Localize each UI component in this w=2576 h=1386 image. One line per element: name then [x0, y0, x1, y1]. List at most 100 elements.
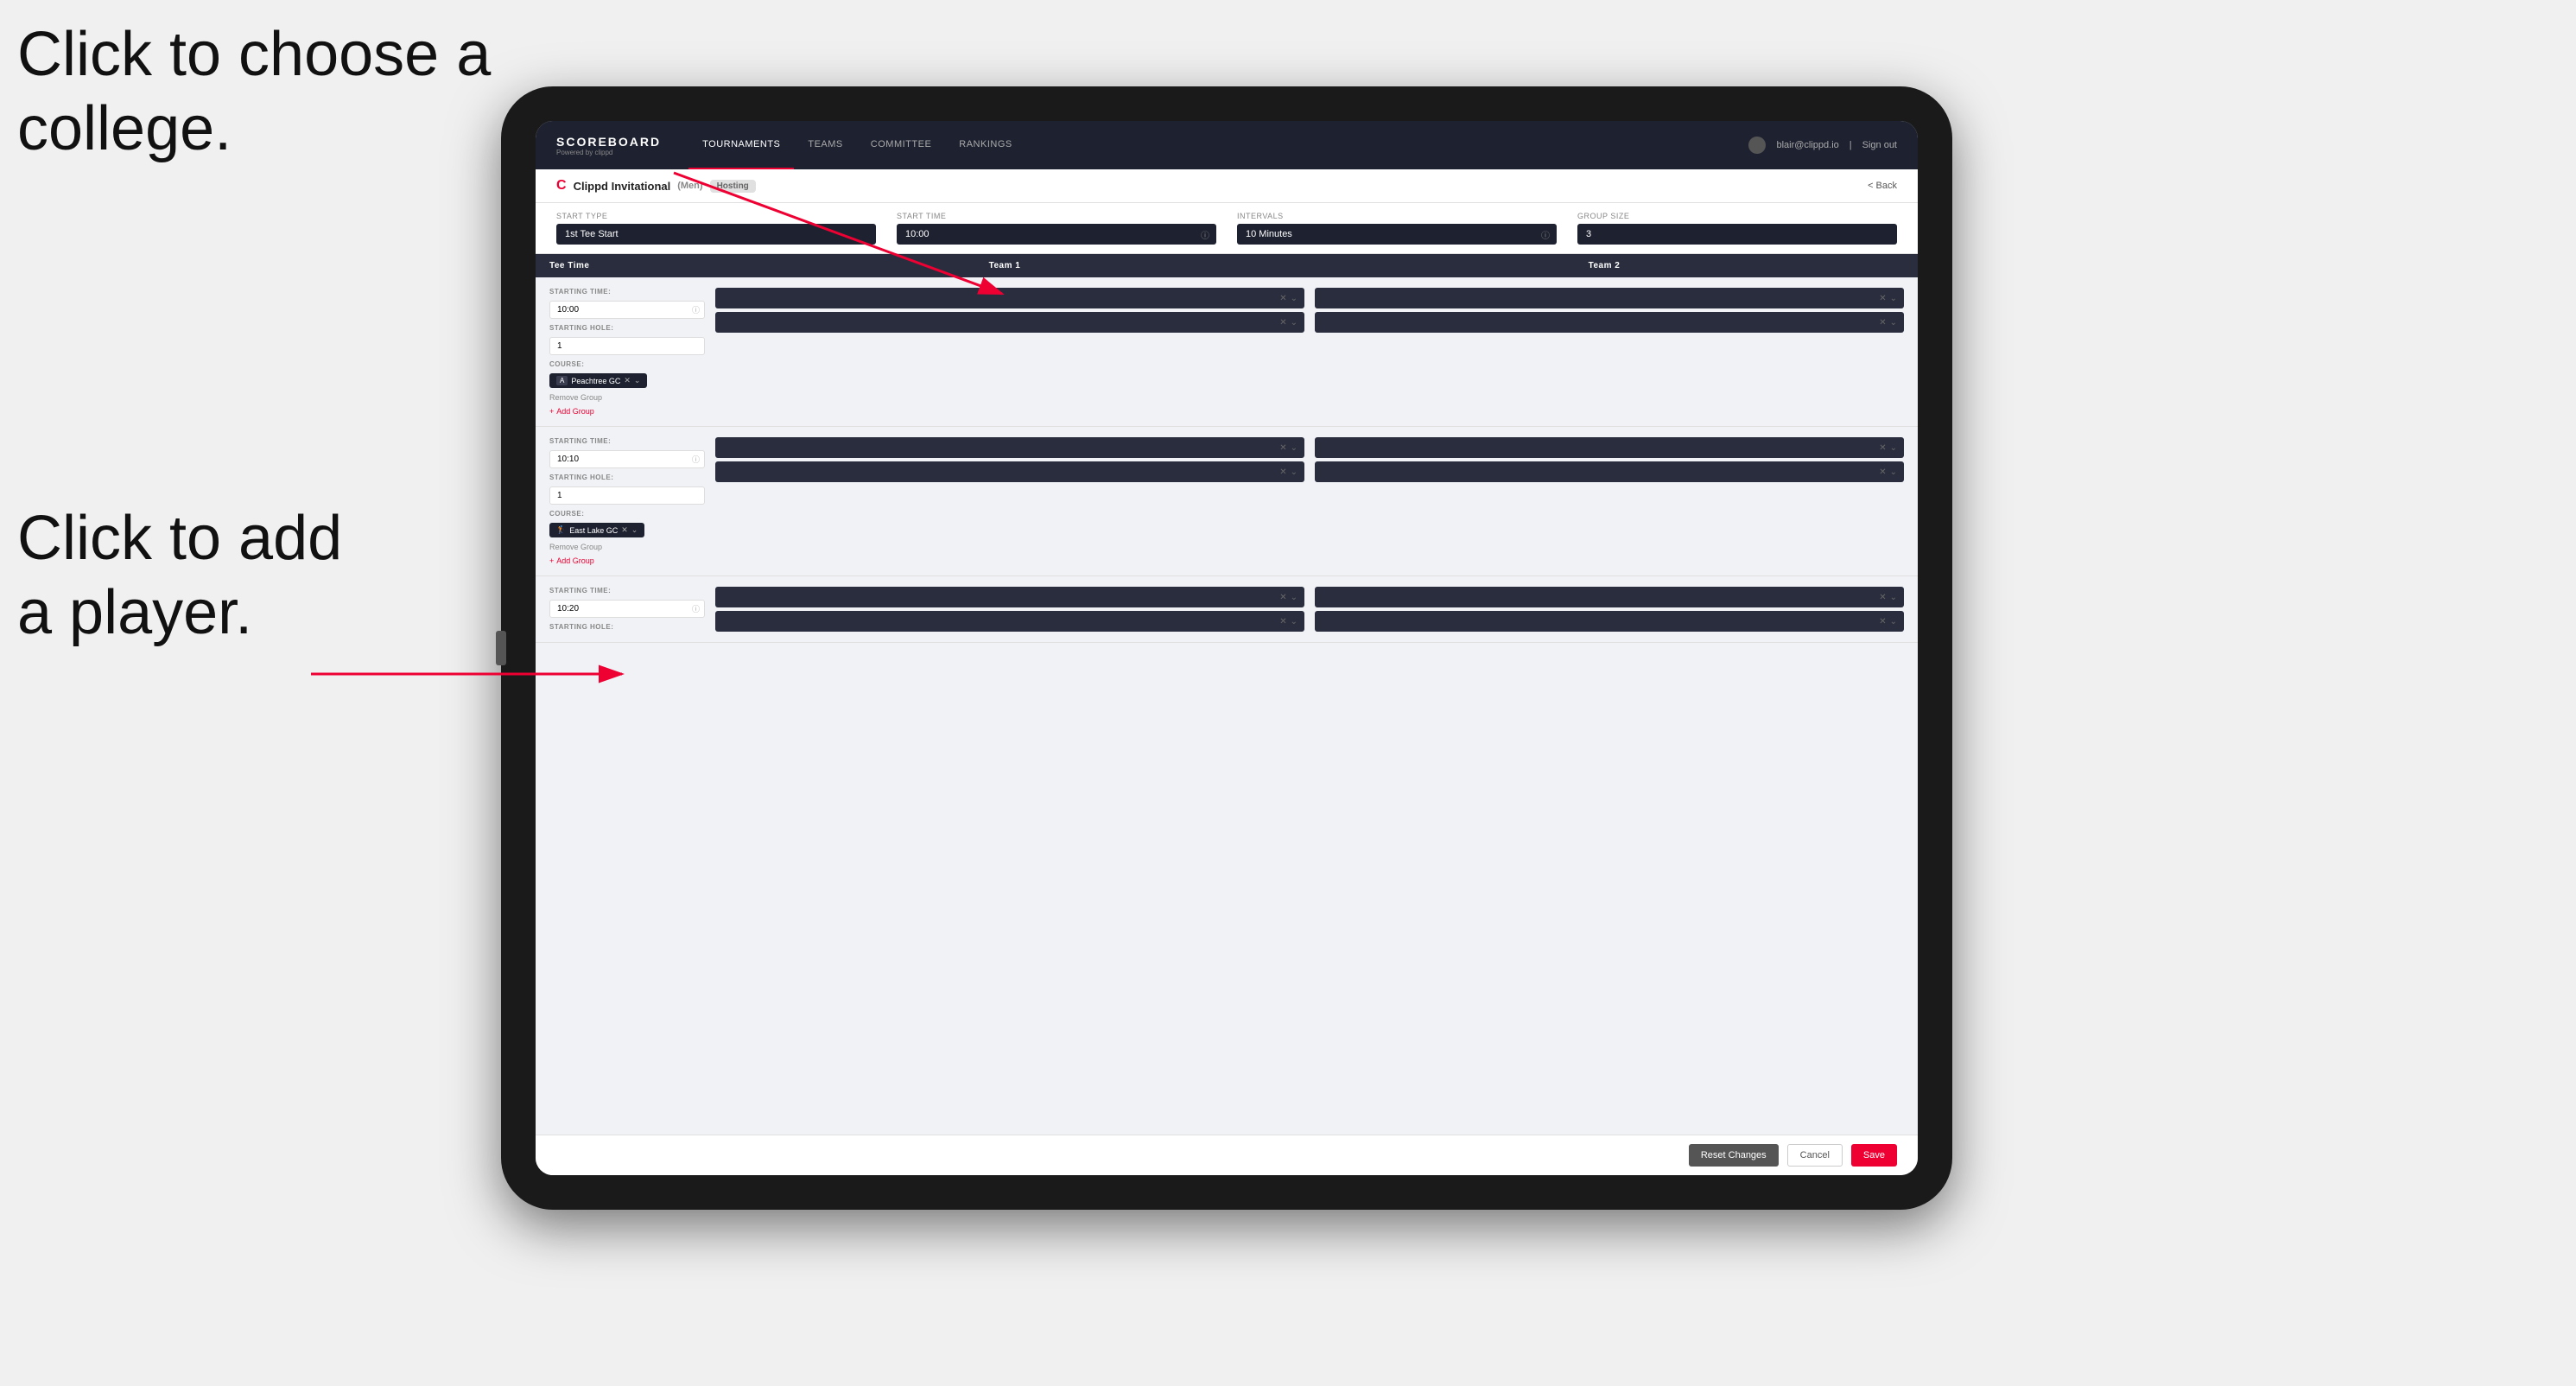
remove-group-btn-2[interactable]: Remove Group — [549, 543, 705, 551]
add-group-plus-icon-2: + — [549, 556, 554, 565]
player-slot-x-icon-6-2[interactable]: ✕ — [1879, 617, 1886, 626]
start-time-field: Start Time ⓘ — [897, 212, 1216, 245]
start-time-info-icon: ⓘ — [1201, 228, 1209, 241]
th-team1: Team 1 — [705, 261, 1304, 270]
player-slot-x-icon-5-1[interactable]: ✕ — [1279, 593, 1286, 602]
player-slot-expand-icon-1-1[interactable]: ⌄ — [1291, 294, 1298, 303]
group-left-1: STARTING TIME: ⓘ STARTING HOLE: 1 COURSE… — [549, 288, 705, 416]
starting-hole-label-1: STARTING HOLE: — [549, 324, 705, 332]
nav-tab-committee[interactable]: COMMITTEE — [857, 121, 946, 169]
player-slot-1-2[interactable]: ✕ ⌄ — [715, 312, 1304, 333]
navigation-bar: SCOREBOARD Powered by clippd TOURNAMENTS… — [536, 121, 1918, 169]
player-slot-x-icon-4-1[interactable]: ✕ — [1879, 443, 1886, 453]
sign-out-link[interactable]: Sign out — [1862, 140, 1897, 150]
course-tag-close-icon-2[interactable]: ✕ — [621, 525, 628, 535]
player-slot-2-2[interactable]: ✕ ⌄ — [1315, 312, 1904, 333]
starting-time-info-icon-2: ⓘ — [692, 454, 700, 465]
player-slot-5-1[interactable]: ✕ ⌄ — [715, 587, 1304, 607]
player-slot-expand-icon-2-2[interactable]: ⌄ — [1890, 318, 1897, 327]
logo-area: SCOREBOARD Powered by clippd — [556, 135, 661, 156]
player-slot-x-icon-5-2[interactable]: ✕ — [1279, 617, 1286, 626]
player-slot-expand-icon-5-1[interactable]: ⌄ — [1291, 593, 1298, 602]
player-slot-expand-icon-6-1[interactable]: ⌄ — [1890, 593, 1897, 602]
start-type-field: Start Type 1st Tee Start — [556, 212, 876, 245]
save-button[interactable]: Save — [1851, 1144, 1897, 1167]
starting-time-info-icon-1: ⓘ — [692, 304, 700, 315]
player-slot-2-1[interactable]: ✕ ⌄ — [1315, 288, 1904, 308]
player-slot-expand-icon-6-2[interactable]: ⌄ — [1890, 617, 1897, 626]
course-tag-1[interactable]: A Peachtree GC ✕ ⌄ — [549, 373, 647, 388]
starting-time-input-3[interactable] — [549, 600, 705, 618]
annotation-mid-line2: a player. — [17, 578, 252, 647]
intervals-field: Intervals 10 Minutes ⓘ — [1237, 212, 1557, 245]
intervals-select[interactable]: 10 Minutes — [1237, 224, 1557, 245]
group-row-2: STARTING TIME: ⓘ STARTING HOLE: 1 COURSE… — [536, 427, 1918, 576]
starting-hole-select-1[interactable]: 1 — [549, 337, 705, 355]
starting-time-input-2[interactable] — [549, 450, 705, 468]
event-icon: C — [556, 178, 567, 194]
player-slot-x-icon-2-2[interactable]: ✕ — [1879, 318, 1886, 327]
reset-changes-button[interactable]: Reset Changes — [1689, 1144, 1779, 1167]
add-group-btn-2[interactable]: + Add Group — [549, 556, 705, 565]
starting-time-input-1[interactable] — [549, 301, 705, 319]
intervals-info-icon: ⓘ — [1541, 228, 1550, 241]
course-tag-close-icon-1[interactable]: ✕ — [624, 376, 631, 385]
course-tag-2[interactable]: 🏌 East Lake GC ✕ ⌄ — [549, 523, 644, 537]
event-type: (Men) — [677, 181, 702, 191]
group-left-2: STARTING TIME: ⓘ STARTING HOLE: 1 COURSE… — [549, 437, 705, 565]
course-tag-expand-icon-1[interactable]: ⌄ — [634, 376, 641, 385]
player-slot-3-2[interactable]: ✕ ⌄ — [715, 461, 1304, 482]
course-row-1: A Peachtree GC ✕ ⌄ — [549, 373, 705, 388]
start-time-input[interactable] — [897, 224, 1216, 245]
logo-sub: Powered by clippd — [556, 149, 661, 156]
player-slot-x-icon-2-1[interactable]: ✕ — [1879, 294, 1886, 303]
player-slot-x-icon-3-1[interactable]: ✕ — [1279, 443, 1286, 453]
add-group-btn-1[interactable]: + Add Group — [549, 407, 705, 416]
player-slot-x-icon-1-1[interactable]: ✕ — [1279, 294, 1286, 303]
player-slot-x-icon-4-2[interactable]: ✕ — [1879, 467, 1886, 477]
course-label-1: COURSE: — [549, 360, 705, 368]
annotation-top: Click to choose a college. — [17, 17, 491, 167]
team2-cell-2: ✕ ⌄ ✕ ⌄ — [1315, 437, 1904, 565]
nav-tab-teams[interactable]: TEAMS — [794, 121, 856, 169]
player-slot-6-2[interactable]: ✕ ⌄ — [1315, 611, 1904, 632]
player-slot-4-1[interactable]: ✕ ⌄ — [1315, 437, 1904, 458]
player-slot-expand-icon-4-2[interactable]: ⌄ — [1890, 467, 1897, 477]
nav-tab-tournaments[interactable]: TOURNAMENTS — [688, 121, 794, 169]
starting-time-info-icon-3: ⓘ — [692, 603, 700, 614]
back-button[interactable]: < Back — [1868, 181, 1897, 191]
group-size-select[interactable]: 3 — [1577, 224, 1897, 245]
player-slot-expand-icon-4-1[interactable]: ⌄ — [1890, 443, 1897, 453]
player-slot-x-icon-1-2[interactable]: ✕ — [1279, 318, 1286, 327]
player-slot-3-1[interactable]: ✕ ⌄ — [715, 437, 1304, 458]
team1-cell-1: ✕ ⌄ ✕ ⌄ — [715, 288, 1304, 416]
tablet-screen: SCOREBOARD Powered by clippd TOURNAMENTS… — [536, 121, 1918, 1175]
player-slot-1-1[interactable]: ✕ ⌄ — [715, 288, 1304, 308]
player-slot-expand-icon-2-1[interactable]: ⌄ — [1890, 294, 1897, 303]
config-row: Start Type 1st Tee Start Start Time ⓘ In… — [536, 203, 1918, 254]
course-tag-expand-icon-2[interactable]: ⌄ — [631, 525, 638, 535]
group-row-3: STARTING TIME: ⓘ STARTING HOLE: ✕ ⌄ ✕ ⌄ — [536, 576, 1918, 643]
player-slot-4-2[interactable]: ✕ ⌄ — [1315, 461, 1904, 482]
intervals-input-wrap: 10 Minutes ⓘ — [1237, 224, 1557, 245]
starting-hole-select-2[interactable]: 1 — [549, 486, 705, 505]
footer: Reset Changes Cancel Save — [536, 1135, 1918, 1175]
start-type-select[interactable]: 1st Tee Start — [556, 224, 876, 245]
user-avatar — [1748, 137, 1766, 154]
player-slot-expand-icon-1-2[interactable]: ⌄ — [1291, 318, 1298, 327]
player-slot-6-1[interactable]: ✕ ⌄ — [1315, 587, 1904, 607]
player-slot-expand-icon-3-2[interactable]: ⌄ — [1291, 467, 1298, 477]
group-size-input-wrap: 3 — [1577, 224, 1897, 245]
player-slot-x-icon-6-1[interactable]: ✕ — [1879, 593, 1886, 602]
cancel-button[interactable]: Cancel — [1787, 1144, 1843, 1167]
remove-group-btn-1[interactable]: Remove Group — [549, 393, 705, 402]
player-slot-expand-icon-3-1[interactable]: ⌄ — [1291, 443, 1298, 453]
player-slot-x-icon-3-2[interactable]: ✕ — [1279, 467, 1286, 477]
player-slot-5-2[interactable]: ✕ ⌄ — [715, 611, 1304, 632]
team1-cell-2: ✕ ⌄ ✕ ⌄ — [715, 437, 1304, 565]
nav-tab-rankings[interactable]: RANKINGS — [945, 121, 1025, 169]
start-time-label: Start Time — [897, 212, 1216, 220]
course-tag-name-2: East Lake GC — [569, 526, 618, 535]
add-group-label-2: Add Group — [556, 556, 594, 565]
player-slot-expand-icon-5-2[interactable]: ⌄ — [1291, 617, 1298, 626]
